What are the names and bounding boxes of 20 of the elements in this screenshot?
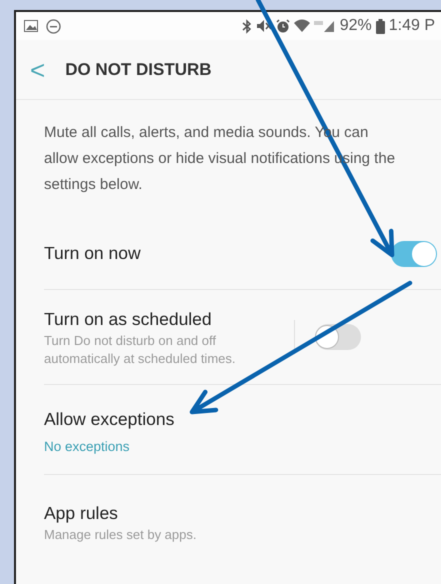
minus-circle-icon [46,18,61,34]
wifi-icon [294,19,310,33]
setting-description: Turn Do not disturb on and off automatically at scheduled times. [44,332,236,368]
clock: 1:49 P [388,16,435,36]
image-icon [24,20,38,32]
signal-icon [314,19,336,33]
mute-icon [256,19,272,33]
bluetooth-icon [242,18,252,34]
battery-percent: 92% [340,16,372,36]
battery-icon [376,18,385,34]
setting-title: Turn on now [44,242,142,266]
setting-title: App rules [44,502,119,525]
setting-description: Manage rules set by apps. [44,526,198,544]
setting-title: Allow exceptions [44,408,176,432]
page-title: DO NOT DISTURB [65,58,212,81]
alarm-icon [276,19,290,33]
back-button[interactable]: < [30,56,66,82]
setting-value: No exceptions [44,438,131,456]
setting-title: Turn on as scheduled [44,308,213,331]
toggle-switch[interactable] [391,240,437,266]
